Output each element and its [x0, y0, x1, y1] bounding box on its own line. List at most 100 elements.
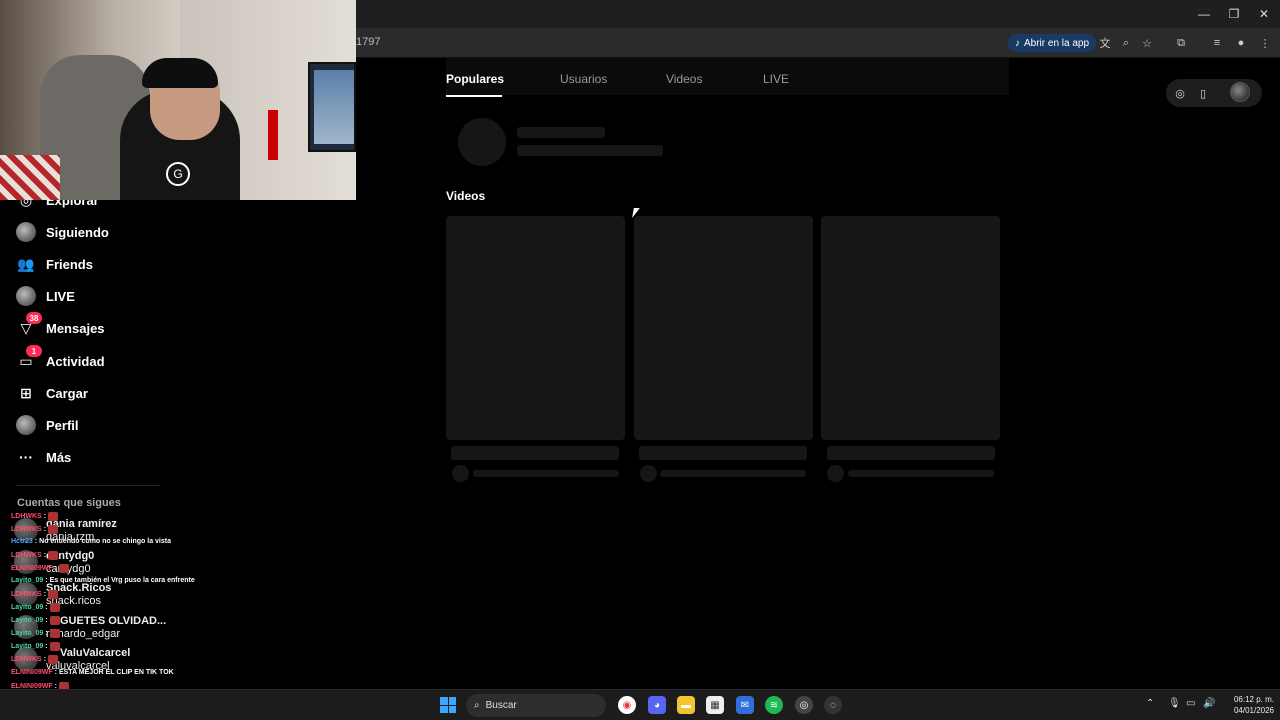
- tab-usuarios[interactable]: Usuarios: [560, 72, 607, 86]
- clock-date: 04/01/2026: [1233, 706, 1274, 715]
- browser-menu-icon[interactable]: ⋮: [1256, 34, 1274, 52]
- emote-icon: [48, 512, 59, 521]
- explore-icon[interactable]: ◎: [1172, 85, 1188, 101]
- file-explorer-icon[interactable]: ▬: [677, 696, 695, 714]
- tray-chevron-icon[interactable]: ⌃: [1146, 698, 1154, 709]
- open-in-app-button[interactable]: ♪ Abrir en la app: [1008, 34, 1097, 52]
- mobile-icon[interactable]: ▯: [1195, 85, 1211, 101]
- sidebar-item-live[interactable]: LIVE: [16, 284, 75, 308]
- chat-username: Layito_09: [11, 577, 44, 584]
- emote-icon: [58, 564, 69, 573]
- chrome-icon[interactable]: ◉: [618, 696, 636, 714]
- chat-username: Layito_09: [11, 617, 44, 624]
- search-icon: ⌕: [474, 700, 480, 711]
- skeleton-line: [848, 470, 994, 477]
- tab-live[interactable]: LIVE: [763, 72, 789, 86]
- restore-icon[interactable]: ❐: [1218, 0, 1250, 28]
- emote-icon: [48, 655, 59, 664]
- tiktok-icon: ♪: [1015, 37, 1020, 49]
- sidebar-divider: [16, 485, 160, 486]
- emote-icon: [49, 629, 60, 638]
- sidebar-item-friends[interactable]: 👥 Friends: [16, 252, 93, 276]
- spotify-icon[interactable]: ≋: [765, 696, 783, 714]
- app-icon[interactable]: ◎: [795, 696, 813, 714]
- chat-username: Hctr23: [11, 538, 33, 545]
- windows-start-icon[interactable]: [440, 697, 456, 713]
- discord-icon[interactable]: ◕: [648, 696, 666, 714]
- upload-icon: ⊞: [20, 384, 32, 401]
- chat-separator: :: [43, 526, 47, 533]
- microphone-icon[interactable]: 🎙: [1168, 698, 1181, 709]
- live-avatar-icon: [16, 286, 36, 306]
- open-in-app-label: Abrir en la app: [1024, 37, 1090, 49]
- chat-message: Layito_09: Es que también el Vrg puso la …: [11, 577, 195, 584]
- emote-icon: [48, 590, 59, 599]
- chat-username: LDHWKS: [11, 591, 42, 598]
- url-text[interactable]: 1797: [356, 36, 380, 48]
- skeleton-avatar: [640, 465, 657, 482]
- sidebar-item-actividad[interactable]: ▭ 1 Actividad: [16, 345, 105, 373]
- taskbar-clock[interactable]: 06:12 p. m. 04/01/2026: [1222, 694, 1274, 716]
- chat-username: Layito_09: [11, 630, 44, 637]
- chat-separator: :: [45, 630, 48, 637]
- chat-separator: :: [43, 552, 47, 559]
- sidebar-item-cargar[interactable]: ⊞ Cargar: [16, 381, 88, 405]
- messages-badge: 38: [26, 312, 42, 324]
- translate-icon[interactable]: 文: [1096, 34, 1114, 52]
- chat-username: Layito_09: [11, 643, 44, 650]
- sidebar-item-siguiendo[interactable]: Siguiendo: [16, 220, 109, 244]
- skeleton-avatar: [827, 465, 844, 482]
- emote-icon: [49, 603, 60, 612]
- chat-message: LDHWKS:: [11, 655, 59, 664]
- chat-message: Layito_09:: [11, 642, 60, 651]
- user-avatar[interactable]: [1230, 82, 1250, 102]
- following-title: Cuentas que sigues: [17, 497, 121, 509]
- mail-icon[interactable]: ✉: [736, 696, 754, 714]
- elgato-logo-icon: G: [166, 162, 190, 186]
- sidebar-item-perfil[interactable]: Perfil: [16, 413, 79, 437]
- taskbar-search[interactable]: ⌕ Buscar: [466, 694, 606, 717]
- taskbar: ⌕ Buscar ◉ ◕ ▬ ▦ ✉ ≋ ◎ ◌ ⌃ 🎙 ▭ 🔊 06:12 p…: [0, 689, 1280, 720]
- extensions-icon[interactable]: ⧉: [1172, 34, 1190, 52]
- emote-icon: [49, 642, 60, 651]
- network-icon[interactable]: ▭: [1186, 698, 1195, 709]
- following-name[interactable]: ValuValcarcel: [60, 647, 130, 659]
- chat-username: ELNINI09WF: [11, 565, 53, 572]
- skeleton-line: [517, 127, 605, 138]
- bookmark-star-icon[interactable]: ☆: [1138, 34, 1156, 52]
- sidebar-item-label: Mensajes: [46, 320, 105, 336]
- video-card-skeleton[interactable]: [821, 216, 1000, 440]
- obs-icon[interactable]: ◌: [824, 696, 842, 714]
- following-name[interactable]: GUETES OLVIDAD...: [60, 615, 166, 627]
- tab-populares[interactable]: Populares: [446, 72, 504, 86]
- chat-separator: :: [54, 565, 57, 572]
- emote-icon: [49, 616, 60, 625]
- video-card-skeleton[interactable]: [446, 216, 625, 440]
- skeleton-line: [451, 446, 619, 460]
- chat-text: No entiendo como no se chingo la vista: [39, 538, 171, 545]
- minimize-icon[interactable]: —: [1188, 0, 1220, 28]
- skeleton-avatar: [452, 465, 469, 482]
- video-card-skeleton[interactable]: [634, 216, 813, 440]
- chat-message: Layito_09:: [11, 603, 60, 612]
- chat-separator: :: [43, 656, 47, 663]
- store-icon[interactable]: ▦: [706, 696, 724, 714]
- volume-icon[interactable]: 🔊: [1203, 698, 1215, 709]
- sidebar-item-mas[interactable]: ··· Más: [16, 445, 71, 469]
- chat-username: LDHWKS: [11, 526, 42, 533]
- sidebar-item-label: LIVE: [46, 288, 75, 304]
- profile-icon[interactable]: ●: [1232, 34, 1250, 52]
- chat-separator: :: [45, 604, 48, 611]
- tab-videos[interactable]: Videos: [666, 72, 702, 86]
- sidebar-item-label: Siguiendo: [46, 224, 109, 240]
- close-icon[interactable]: ✕: [1248, 0, 1280, 28]
- webcam-overlay: G: [0, 0, 356, 200]
- skeleton-line: [827, 446, 995, 460]
- chat-message: Hctr23: No entiendo como no se chingo la …: [11, 538, 171, 545]
- zoom-icon[interactable]: ⌕: [1117, 34, 1135, 52]
- chat-separator: :: [43, 591, 47, 598]
- chat-username: LDHWKS: [11, 552, 42, 559]
- sidebar-item-mensajes[interactable]: ▽ 38 Mensajes: [16, 312, 105, 340]
- tab-search-icon[interactable]: ≡: [1208, 34, 1226, 52]
- skeleton-avatar: [458, 118, 506, 166]
